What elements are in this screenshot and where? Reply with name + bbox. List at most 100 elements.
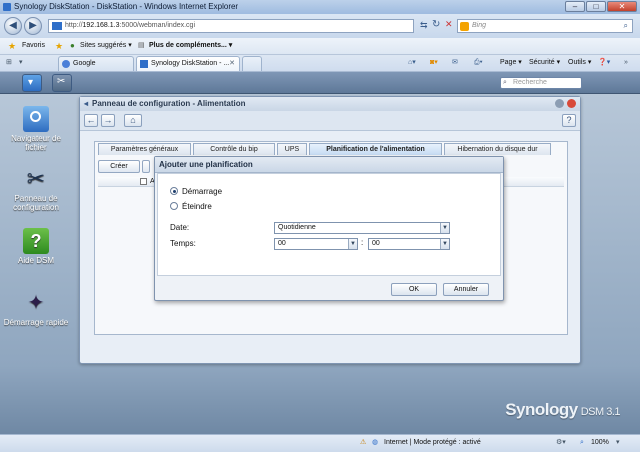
browser-tab-row: ⊞ ▾ Google Synology DiskStation - ... ✕ … [0,55,640,72]
radio-demarrage[interactable]: Démarrage [170,187,222,197]
control-panel-title-bar: ◂ Panneau de configuration - Alimentatio… [80,97,580,111]
site-favicon-icon [52,22,62,30]
tab-list-icon[interactable]: ▾ [19,55,23,71]
dsm-taskbar: ▾ ✂ ⌕ Recherche [0,72,640,94]
dialog-body: Démarrage Éteindre Date: Quotidienne ▼ T… [157,173,501,276]
dialog-title: Ajouter une planification [155,157,503,173]
refresh-icon[interactable]: ↻ [432,19,440,30]
addons-page-icon: ▤ [138,42,145,49]
tab-parametres-generaux[interactable]: Paramètres généraux [98,143,191,155]
dsm-main-menu-button[interactable]: ▾ [22,74,42,92]
tab-planification[interactable]: Planification de l'alimentation [309,143,442,155]
home-icon[interactable]: ⌂▾ [408,55,416,71]
magnifier-icon [23,106,49,132]
zoom-icon[interactable]: ⌕ [580,435,584,451]
more-tools-icon[interactable]: » [624,55,628,71]
window-title-bar: Synology DiskStation - DiskStation - Win… [0,0,640,14]
rss-icon[interactable]: ◙▾ [430,55,438,71]
protected-mode-icon[interactable]: ⚙▾ [556,435,566,451]
minute-select[interactable]: 00 ▼ [368,238,450,250]
close-window-icon[interactable] [567,99,576,108]
synology-favicon-icon [140,60,148,68]
close-tab-icon[interactable]: ✕ [229,57,235,71]
page-menu[interactable]: Page ▾ [500,55,522,71]
radio-checked-icon[interactable] [170,187,178,195]
select-all-checkbox[interactable] [140,178,147,185]
chevron-down-icon: ▼ [348,239,357,249]
hour-select[interactable]: 00 ▼ [274,238,358,250]
tools-icon: ✂ [57,76,66,87]
cancel-button[interactable]: Annuler [443,283,489,296]
time-separator: : [361,238,364,247]
mail-icon[interactable]: ✉ [452,55,458,71]
dsm-search-icon: ⌕ [503,79,507,86]
close-button[interactable]: ✕ [607,1,637,12]
maximize-button[interactable]: □ [586,1,606,12]
wrench-screwdriver-icon: ✂ [26,166,46,191]
favorites-bar: ★ Favoris ★ ● Sites suggérés ▾ ▤ Plus de… [0,38,640,55]
chevron-down-icon: ▼ [440,223,449,233]
help-icon[interactable]: ❓▾ [598,55,610,71]
desktop-control-panel[interactable]: ✂ Panneau de configuration [0,166,72,212]
suggested-sites-icon: ● [70,41,75,50]
time-label: Temps: [170,239,196,248]
tab-synology[interactable]: Synology DiskStation - ... ✕ [136,56,240,71]
add-favorite-icon[interactable]: ★ [55,38,63,54]
edit-button[interactable] [142,160,150,173]
warning-icon: ⚠ [360,439,367,446]
ok-button[interactable]: OK [391,283,437,296]
forward-arrow-icon[interactable]: → [101,114,115,127]
quick-tabs-icon[interactable]: ⊞ [6,55,12,71]
minimize-window-icon[interactable] [555,99,564,108]
radio-unchecked-icon[interactable] [170,202,178,210]
more-addons-link[interactable]: Plus de compléments... ▾ [149,38,232,54]
tools-menu[interactable]: Outils ▾ [568,55,591,71]
create-button[interactable]: Créer [98,160,140,173]
back-arrow-icon[interactable]: ← [84,114,98,127]
dsm-search-input[interactable]: ⌕ Recherche [500,77,582,89]
dsm-control-panel-taskbar-button[interactable]: ✂ [52,74,72,92]
minimize-button[interactable]: – [565,1,585,12]
desktop-quick-start[interactable]: ✦ Démarrage rapide [0,290,72,327]
radio-eteindre[interactable]: Éteindre [170,202,212,212]
bing-icon [460,22,469,31]
favorites-button[interactable]: Favoris [22,38,45,54]
zoom-dropdown-icon[interactable]: ▾ [616,435,620,451]
control-panel-title: Panneau de configuration - Alimentation [92,99,246,108]
favorites-star-icon[interactable]: ★ [8,38,16,54]
google-favicon-icon [62,60,70,68]
security-zone-status: Internet | Mode protégé : activé [384,439,481,446]
help-button-icon[interactable]: ? [562,114,576,127]
chevron-down-icon: ▼ [440,239,449,249]
back-icon[interactable]: ◀ [4,17,22,35]
compat-view-icon[interactable]: ⇆ [420,20,428,31]
synology-brand-logo: Synology DSM 3.1 [505,400,620,419]
tab-google[interactable]: Google [58,56,134,71]
zoom-level[interactable]: 100% [591,435,609,451]
suggested-sites-link[interactable]: Sites suggérés ▾ [80,38,132,54]
home-button-icon[interactable]: ⌂ [124,114,142,127]
security-menu[interactable]: Sécurité ▾ [529,55,560,71]
chevron-down-icon: ▾ [28,77,34,88]
magic-wand-icon: ✦ [27,292,45,314]
desktop-file-browser[interactable]: Navigateur de fichier [0,106,72,152]
help-question-icon: ? [23,228,49,254]
dialog-footer: OK Annuler [155,277,503,301]
new-tab-button[interactable] [242,56,262,71]
tab-ups[interactable]: UPS [277,143,307,155]
add-schedule-dialog: Ajouter une planification Démarrage Étei… [154,156,504,301]
tab-hibernation[interactable]: Hibernation du disque dur [444,143,551,155]
search-icon[interactable]: ⌕ [624,20,628,32]
stop-icon[interactable]: ✕ [445,19,453,30]
address-input[interactable]: http://192.168.1.3:5000/webman/index.cgi [48,19,414,33]
address-bar-row: ◀ ▶ http://192.168.1.3:5000/webman/index… [0,14,640,38]
desktop-dsm-help[interactable]: ? Aide DSM [0,228,72,265]
tab-controle-du-bip[interactable]: Contrôle du bip [193,143,275,155]
globe-icon: ◍ [372,439,379,446]
browser-status-bar: ⚠ ◍ Internet | Mode protégé : activé ⚙▾ … [0,434,640,452]
forward-icon[interactable]: ▶ [24,17,42,35]
search-input[interactable]: Bing ⌕ [457,19,633,33]
print-icon[interactable]: ⎙▾ [474,55,483,71]
date-select[interactable]: Quotidienne ▼ [274,222,450,234]
date-label: Date: [170,223,190,232]
